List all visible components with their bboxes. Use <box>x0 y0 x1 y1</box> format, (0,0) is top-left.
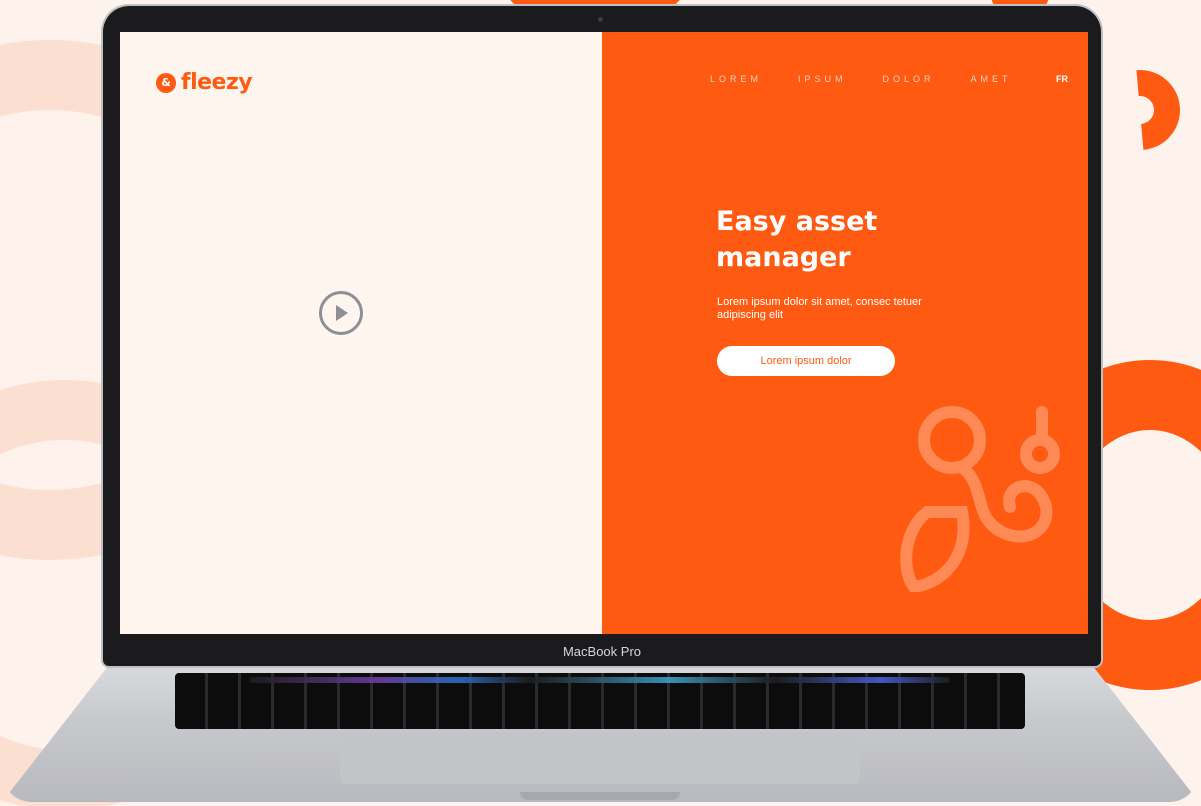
device-brand-label: MacBook Pro <box>562 644 642 659</box>
video-pane: & fleezy <box>120 32 602 634</box>
laptop-trackpad <box>340 732 860 784</box>
play-icon <box>336 305 348 321</box>
laptop-notch <box>520 792 680 800</box>
logo[interactable]: & fleezy <box>156 70 253 95</box>
hero-subtitle: Lorem ipsum dolor sit amet, consec tetue… <box>717 296 922 321</box>
play-button[interactable] <box>319 291 363 335</box>
fleezy-logo-watermark-icon <box>900 406 1060 592</box>
logo-wordmark: fleezy <box>181 70 253 95</box>
stage: & fleezy LOREM IPSUM DOLOR AMET FR Easy … <box>0 0 1201 806</box>
nav-item-ipsum[interactable]: IPSUM <box>798 74 847 84</box>
hero-title: Easy asset manager <box>716 206 878 273</box>
nav-item-amet[interactable]: AMET <box>971 74 1012 84</box>
laptop-touchbar <box>250 677 950 683</box>
hero-pane: LOREM IPSUM DOLOR AMET FR Easy asset man… <box>602 32 1088 634</box>
nav-item-dolor[interactable]: DOLOR <box>883 74 935 84</box>
cta-button[interactable]: Lorem ipsum dolor <box>717 346 895 376</box>
camera-icon <box>598 17 603 22</box>
fleezy-logo-icon: & <box>156 72 176 93</box>
laptop-lid: & fleezy LOREM IPSUM DOLOR AMET FR Easy … <box>103 6 1101 666</box>
language-switch[interactable]: FR <box>1056 74 1068 84</box>
laptop-screen: & fleezy LOREM IPSUM DOLOR AMET FR Easy … <box>120 32 1088 634</box>
main-nav: LOREM IPSUM DOLOR AMET <box>710 74 1048 84</box>
nav-item-lorem[interactable]: LOREM <box>710 74 762 84</box>
